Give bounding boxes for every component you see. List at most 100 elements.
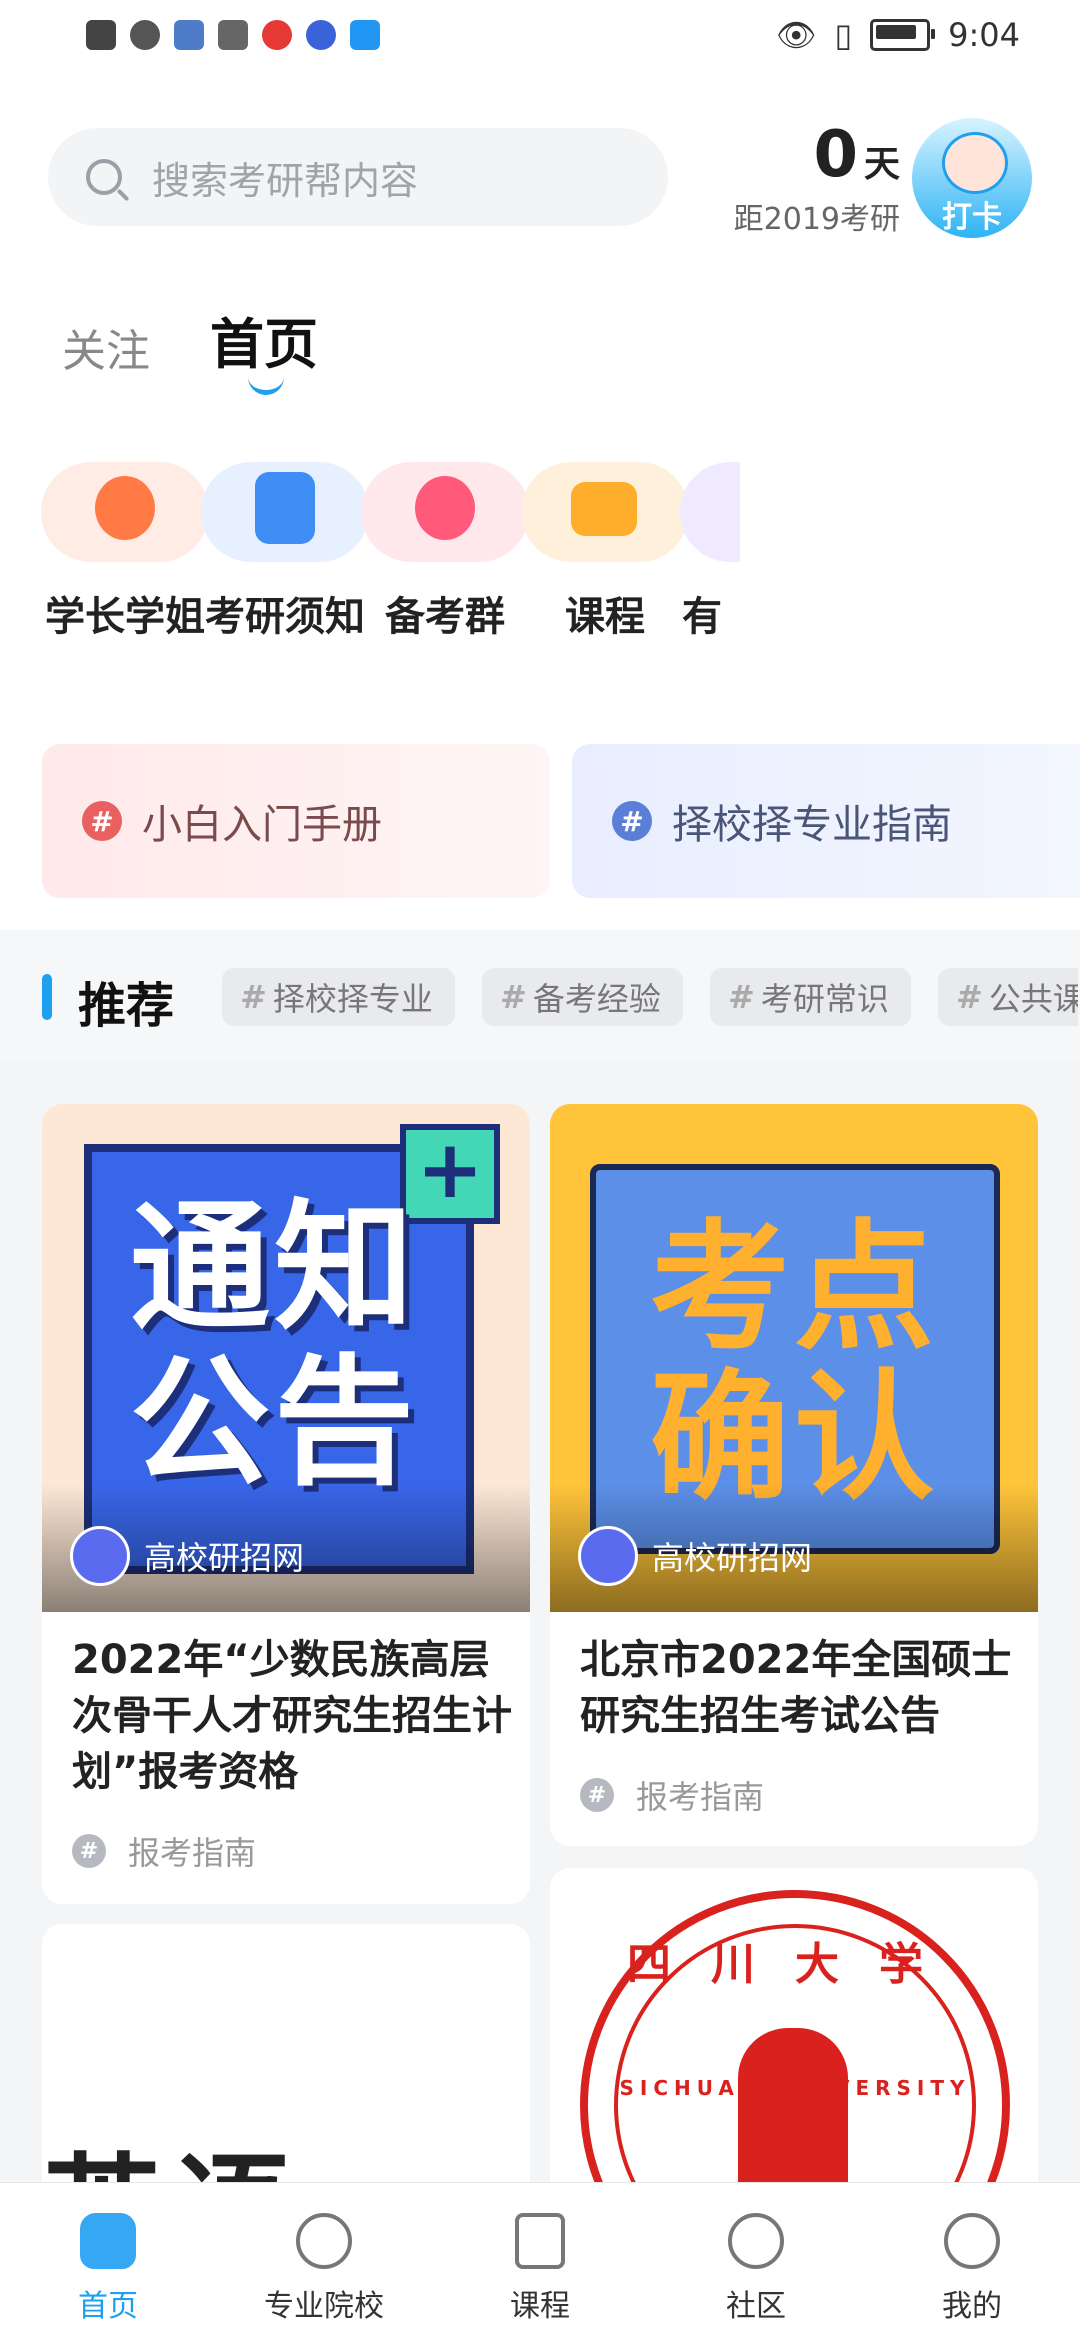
- article-source: 高校研招网: [578, 1526, 812, 1586]
- article-tag: # 报考指南: [72, 1828, 256, 1874]
- nav-label: 社区: [726, 2289, 786, 2324]
- chip-label: 公共课: [988, 980, 1078, 1018]
- quick-entry-seniors[interactable]: 学长学姐: [40, 462, 210, 642]
- topic-chip[interactable]: # 择校择专业: [222, 968, 455, 1026]
- nav-label: 课程: [510, 2289, 570, 2324]
- guide-school-major[interactable]: # 择校择专业指南: [572, 744, 1080, 898]
- quick-entry-label: 学长学姐: [45, 594, 205, 640]
- active-tab-indicator: [248, 370, 284, 395]
- tab-follow[interactable]: 关注: [62, 315, 150, 379]
- hashtag-icon: #: [240, 978, 267, 1016]
- university-seal: 四川大学 SICHUAN UNIVERSITY: [580, 1890, 1010, 2228]
- wifi-icon: [130, 20, 160, 50]
- article-cover-image: 考点 确认 高校研招网: [550, 1104, 1038, 1612]
- usb-icon: [218, 20, 248, 50]
- mascot-avatar: [942, 132, 1008, 194]
- nav-courses[interactable]: 课程: [432, 2183, 648, 2341]
- hashtag-icon: #: [728, 978, 755, 1016]
- hashtag-icon: #: [72, 1834, 106, 1868]
- cover-text: 考点: [650, 1207, 939, 1370]
- guide-beginner-handbook[interactable]: # 小白入门手册: [42, 744, 550, 898]
- tab-home[interactable]: 首页: [210, 300, 318, 395]
- status-icons-right: 👁 ▯ 9:04: [776, 16, 1020, 54]
- topic-chip[interactable]: # 备考经验: [482, 968, 683, 1026]
- article-card[interactable]: 考点 确认 高校研招网 北京市2022年全国硕士研究生招生考试公告 # 报考指南: [550, 1104, 1038, 1846]
- chip-label: 备考经验: [532, 980, 661, 1018]
- section-accent: [42, 974, 52, 1020]
- nav-majors-schools[interactable]: 专业院校: [216, 2183, 432, 2341]
- seal-emblem: [738, 2028, 848, 2208]
- countdown-unit: 天: [863, 144, 900, 185]
- exam-countdown[interactable]: 0天 距2019考研: [700, 118, 900, 238]
- article-source: 高校研招网: [70, 1526, 304, 1586]
- graduation-cap-icon: [296, 2213, 352, 2269]
- guide-label: 小白入门手册: [142, 802, 382, 848]
- nav-community[interactable]: 社区: [648, 2183, 864, 2341]
- quick-entry-study-group[interactable]: 备考群: [360, 462, 530, 642]
- sim-alert-icon: [86, 20, 116, 50]
- search-placeholder: 搜索考研帮内容: [152, 158, 419, 203]
- article-title: 北京市2022年全国硕士研究生招生考试公告: [580, 1637, 1012, 1739]
- status-bar: 👁 ▯ 9:04: [0, 0, 1080, 80]
- battery-saver-icon: [174, 20, 204, 50]
- group-icon: [361, 462, 529, 562]
- tab-home-label: 首页: [210, 313, 318, 376]
- quick-entry-row: 学长学姐 考研须知 备考群 课程 有: [40, 462, 1080, 652]
- battery-icon: [870, 19, 936, 51]
- article-tag-label: 报考指南: [128, 1834, 257, 1872]
- source-avatar: [578, 1526, 638, 1586]
- weibo-icon: [262, 20, 292, 50]
- clock: 9:04: [948, 16, 1020, 54]
- document-icon: [201, 462, 369, 562]
- source-name: 高校研招网: [652, 1539, 813, 1577]
- quick-entry-courses[interactable]: 课程: [520, 462, 690, 642]
- top-tabs: 关注 首页: [62, 300, 318, 395]
- nav-label: 我的: [942, 2289, 1002, 2324]
- hashtag-icon: #: [956, 978, 983, 1016]
- quick-entry-notice[interactable]: 考研须知: [200, 462, 370, 642]
- quick-entry-more[interactable]: 有: [680, 462, 740, 642]
- topic-chip[interactable]: # 考研常识: [710, 968, 911, 1026]
- quick-entry-label: 课程: [565, 594, 645, 640]
- article-tag-label: 报考指南: [636, 1778, 765, 1816]
- nav-profile[interactable]: 我的: [864, 2183, 1080, 2341]
- graduate-cap-icon: [41, 462, 209, 562]
- quick-entry-label: 备考群: [385, 594, 505, 640]
- app-notification-icon: [350, 20, 380, 50]
- more-icon: [680, 462, 740, 562]
- topic-chip[interactable]: # 公共课: [938, 968, 1078, 1026]
- article-title: 2022年“少数民族高层次骨干人才研究生招生计划”报考资格: [72, 1637, 512, 1795]
- quick-entry-label: 有: [682, 594, 722, 640]
- article-card[interactable]: 英语: [42, 1924, 530, 2224]
- guide-label: 择校择专业指南: [672, 802, 952, 848]
- search-icon: [86, 159, 122, 195]
- article-card[interactable]: 四川大学 SICHUAN UNIVERSITY: [550, 1868, 1038, 2228]
- nav-label: 首页: [78, 2289, 138, 2324]
- nav-label: 专业院校: [264, 2289, 384, 2324]
- video-camera-icon: [521, 462, 689, 562]
- countdown-label: 距2019考研: [733, 202, 900, 237]
- music-icon: [306, 20, 336, 50]
- punch-in-button[interactable]: 打卡: [912, 118, 1032, 238]
- search-input[interactable]: 搜索考研帮内容: [48, 128, 668, 226]
- quick-entry-label: 考研须知: [205, 594, 365, 640]
- status-icons-left: [86, 20, 380, 50]
- eye-comfort-icon: 👁: [775, 16, 817, 54]
- article-card[interactable]: + 通知 公告 高校研招网 2022年“少数民族高层次骨干人才研究生招生计划”报…: [42, 1104, 530, 1904]
- chip-label: 择校择专业: [272, 980, 433, 1018]
- cover-text: 公告: [130, 1342, 419, 1505]
- planet-icon: [728, 2213, 784, 2269]
- article-tag: # 报考指南: [580, 1772, 764, 1818]
- source-avatar: [70, 1526, 130, 1586]
- seal-text: 四川大学: [627, 1939, 963, 1990]
- bottom-navigation: 首页 专业院校 课程 社区 我的: [0, 2182, 1080, 2341]
- course-book-icon: [515, 2213, 565, 2269]
- countdown-number: 0: [813, 118, 858, 192]
- home-icon: [80, 2213, 136, 2269]
- hashtag-icon: #: [580, 1778, 614, 1812]
- hashtag-icon: #: [82, 801, 122, 841]
- hashtag-icon: #: [612, 801, 652, 841]
- recommend-title: 推荐: [78, 978, 175, 1034]
- hashtag-icon: #: [500, 978, 527, 1016]
- nav-home[interactable]: 首页: [0, 2183, 216, 2341]
